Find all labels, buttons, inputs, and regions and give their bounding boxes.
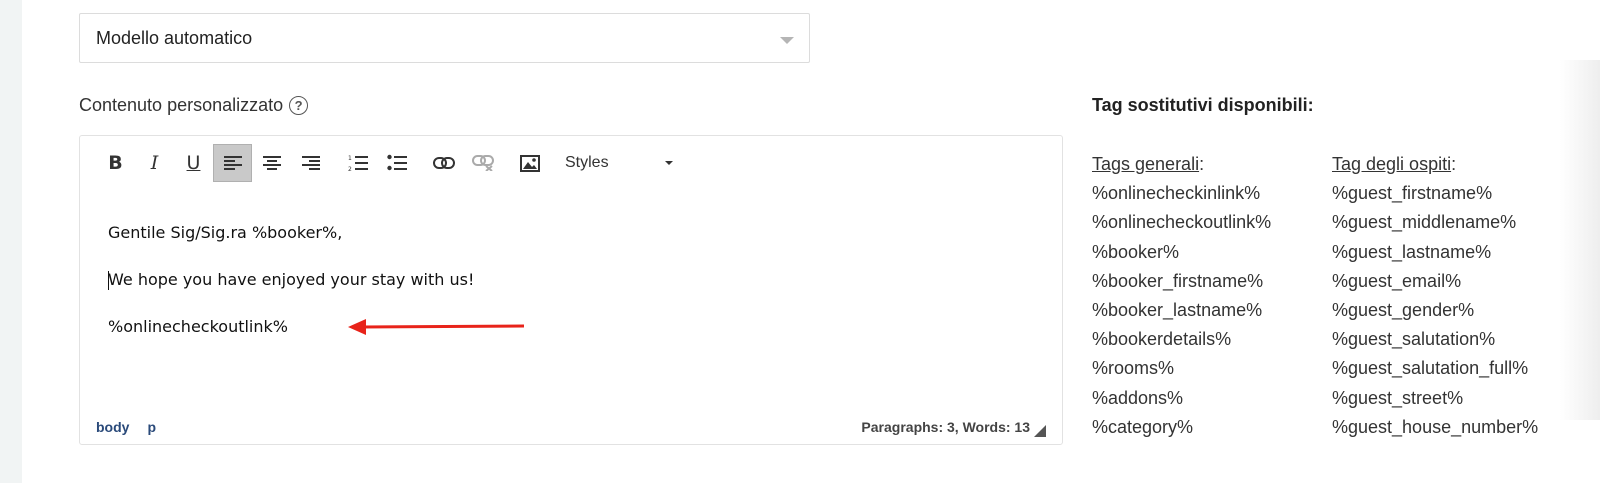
insert-image-button[interactable] xyxy=(510,144,549,182)
styles-dropdown[interactable]: Styles xyxy=(565,144,685,182)
styles-label: Styles xyxy=(565,154,609,171)
tag-item: %onlinecheckinlink% xyxy=(1092,183,1261,204)
help-icon[interactable]: ? xyxy=(289,96,309,115)
custom-content-label: Contenuto personalizzato ? xyxy=(79,95,309,116)
tag-item: %guest_house_number% xyxy=(1332,416,1539,437)
guest-tags-list: Tag degli ospiti: %guest_firstname% %gue… xyxy=(1332,154,1538,446)
svg-text:2: 2 xyxy=(348,166,352,172)
editor-content[interactable]: Gentile Sig/Sig.ra %booker%, We hope you… xyxy=(108,224,474,365)
tag-item: %bookerdetails% xyxy=(1092,329,1232,350)
rich-text-editor: B I U 12 Styles Gentile Sig/Sig.ra %book… xyxy=(79,135,1063,445)
template-select-value: Modello automatico xyxy=(96,28,253,48)
tag-item: %booker_firstname% xyxy=(1092,270,1264,291)
align-right-button[interactable] xyxy=(291,144,330,182)
align-center-icon xyxy=(262,156,281,170)
tag-item: %booker% xyxy=(1092,241,1180,262)
bold-button[interactable]: B xyxy=(96,144,135,182)
general-tags-heading: Tags generali: xyxy=(1092,154,1205,174)
italic-button[interactable]: I xyxy=(135,144,174,182)
insert-link-button[interactable] xyxy=(424,144,463,182)
tag-item: %guest_lastname% xyxy=(1332,241,1492,262)
resize-handle-icon[interactable] xyxy=(1034,425,1046,437)
tag-item: %addons% xyxy=(1092,387,1184,408)
tag-item: %booker_lastname% xyxy=(1092,299,1263,320)
chevron-down-icon[interactable] xyxy=(780,37,794,44)
word-count: Paragraphs: 3, Words: 13 xyxy=(861,419,1030,435)
editor-toolbar: B I U 12 Styles xyxy=(96,144,685,182)
content-paragraph[interactable]: Gentile Sig/Sig.ra %booker%, xyxy=(108,224,474,271)
tags-title: Tag sostitutivi disponibili: xyxy=(1092,95,1314,115)
chevron-down-icon xyxy=(665,161,673,165)
link-icon xyxy=(432,157,455,169)
align-left-button[interactable] xyxy=(213,144,252,182)
content-paragraph-text: We hope you have enjoyed your stay with … xyxy=(108,270,475,289)
svg-text:1: 1 xyxy=(348,155,352,162)
template-select[interactable]: Modello automatico xyxy=(79,13,810,63)
tag-item: %onlinecheckoutlink% xyxy=(1092,212,1272,233)
general-tags-list: Tags generali: %onlinecheckinlink% %onli… xyxy=(1092,154,1271,446)
tag-item: %guest_middlename% xyxy=(1332,212,1517,233)
underline-button[interactable]: U xyxy=(174,144,213,182)
align-left-icon xyxy=(223,156,242,170)
remove-link-button[interactable] xyxy=(463,144,502,182)
tag-item: %guest_email% xyxy=(1332,270,1462,291)
custom-content-label-text: Contenuto personalizzato xyxy=(79,95,284,115)
path-item-body[interactable]: body xyxy=(96,419,129,435)
annotation-arrow-icon xyxy=(348,319,525,335)
bullet-list-icon xyxy=(386,154,407,171)
tag-item: %guest_street% xyxy=(1332,387,1464,408)
tag-item: %guest_firstname% xyxy=(1332,183,1493,204)
align-right-icon xyxy=(301,156,320,170)
align-center-button[interactable] xyxy=(252,144,291,182)
content-paragraph-2[interactable]: We hope you have enjoyed your stay with … xyxy=(108,271,474,318)
numbered-list-icon: 12 xyxy=(348,155,368,172)
path-item-p[interactable]: p xyxy=(147,419,156,435)
tag-item: %category% xyxy=(1092,416,1194,437)
numbered-list-button[interactable]: 12 xyxy=(338,144,377,182)
tag-item: %rooms% xyxy=(1092,358,1175,379)
left-gutter xyxy=(0,0,22,483)
tag-item: %guest_gender% xyxy=(1332,299,1475,320)
tag-item: %guest_salutation% xyxy=(1332,329,1496,350)
unlink-icon xyxy=(471,155,494,171)
image-icon xyxy=(519,154,540,172)
guest-tags-heading: Tag degli ospiti: xyxy=(1332,154,1457,174)
element-path: body p xyxy=(96,419,156,435)
tag-item: %guest_salutation_full% xyxy=(1332,358,1529,379)
bullet-list-button[interactable] xyxy=(377,144,416,182)
scroll-edge-shadow xyxy=(1560,60,1600,420)
